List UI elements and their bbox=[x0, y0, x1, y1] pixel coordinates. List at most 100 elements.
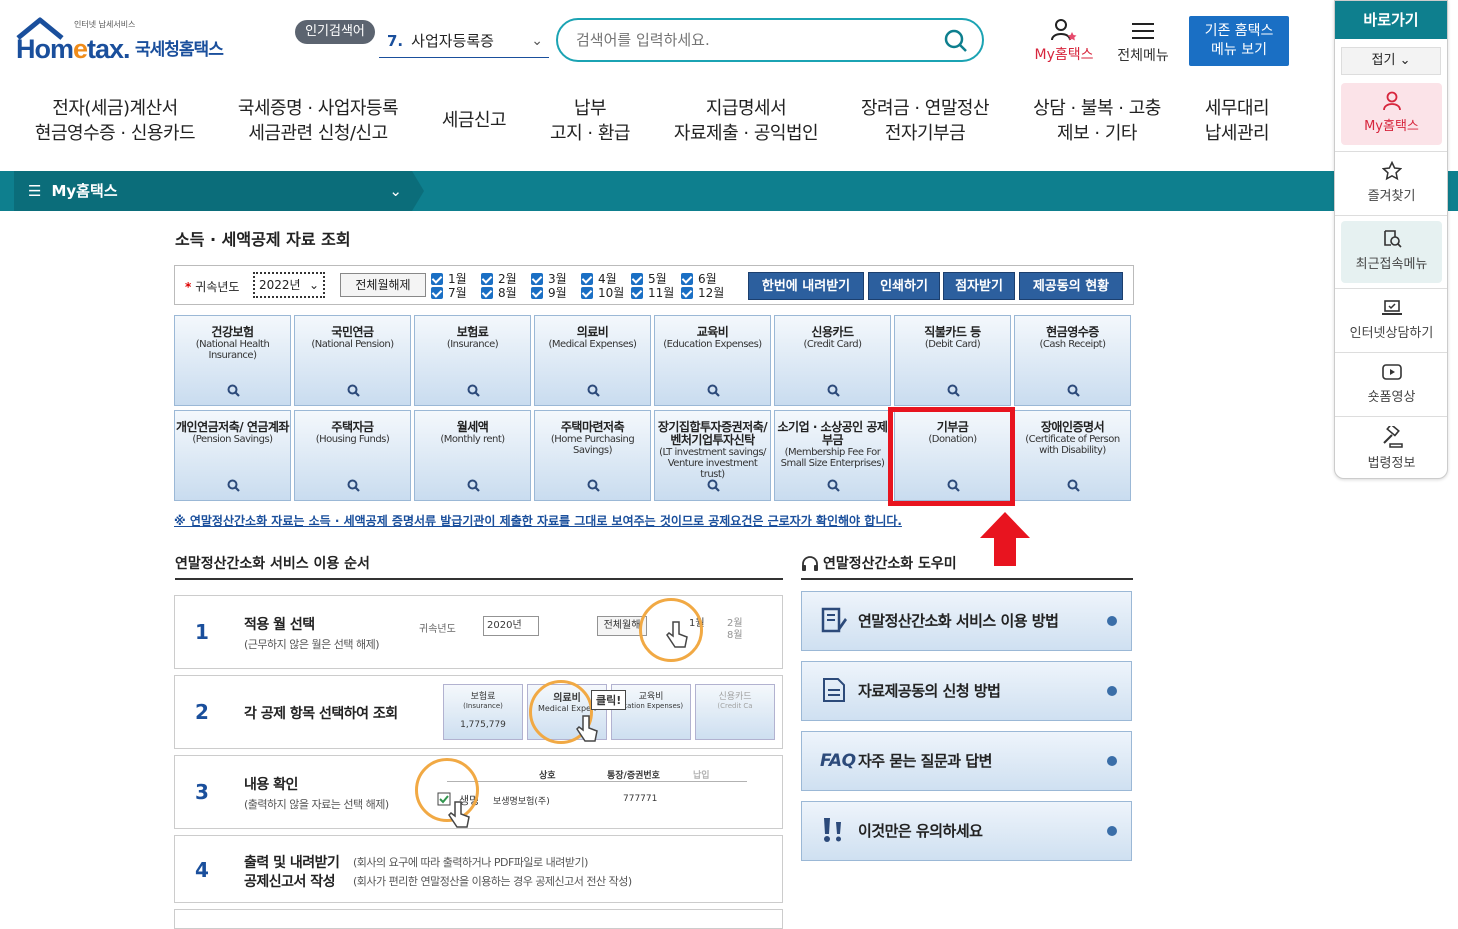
category-health-insurance[interactable]: 건강보험 (National Health Insurance) bbox=[174, 315, 291, 406]
magnifier-icon[interactable] bbox=[467, 384, 480, 397]
month-checkbox-7[interactable]: 7월 bbox=[431, 287, 467, 300]
download-all-button[interactable]: 한번에 내려받기 bbox=[748, 272, 864, 300]
my-hometax-button[interactable]: My홈택스 bbox=[1028, 18, 1100, 64]
logo-subtitle: 인터넷 납세서비스 bbox=[74, 20, 136, 29]
month-checkbox-8[interactable]: 8월 bbox=[481, 287, 517, 300]
month-checkbox-10[interactable]: 10월 bbox=[581, 287, 624, 300]
all-menu-label: 전체메뉴 bbox=[1117, 48, 1169, 64]
step-number: 2 bbox=[195, 700, 209, 724]
search-input[interactable] bbox=[576, 30, 936, 50]
hometax-logo[interactable]: 인터넷 납세서비스 Hometax. 국세청홈택스 bbox=[16, 16, 236, 70]
year-select[interactable]: 2022년 ⌄ bbox=[253, 272, 325, 298]
step-5-partial bbox=[174, 909, 783, 929]
nav-item-consulting[interactable]: 상담 · 불복 · 고충 제보 · 기타 bbox=[1024, 96, 1170, 146]
steps-title: 연말정산간소화 서비스 이용 순서 bbox=[175, 553, 783, 580]
nav-item-tax-agent[interactable]: 세무대리 납세관리 bbox=[1196, 96, 1278, 146]
category-medical-expenses[interactable]: 의료비 (Medical Expenses) bbox=[534, 315, 651, 406]
helper-faq-button[interactable]: FAQ 자주 묻는 질문과 답변 bbox=[801, 731, 1132, 791]
consent-status-button[interactable]: 제공동의 현황 bbox=[1019, 272, 1123, 300]
old-hometax-menu-button[interactable]: 기존 홈택스 메뉴 보기 bbox=[1189, 16, 1289, 66]
category-cash-receipt[interactable]: 현금영수증 (Cash Receipt) bbox=[1014, 315, 1131, 406]
category-credit-card[interactable]: 신용카드 (Credit Card) bbox=[774, 315, 891, 406]
magnifier-icon[interactable] bbox=[827, 384, 840, 397]
sub-nav-label: My홈택스 bbox=[51, 182, 118, 200]
old-menu-line2: 메뉴 보기 bbox=[1211, 42, 1267, 58]
category-national-pension[interactable]: 국민연금 (National Pension) bbox=[294, 315, 411, 406]
search-icon[interactable] bbox=[944, 29, 968, 53]
exclamation-icon bbox=[824, 818, 841, 842]
all-menu-button[interactable]: 전체메뉴 bbox=[1110, 18, 1176, 65]
month-checkbox-1[interactable]: 1월 bbox=[431, 273, 467, 286]
nav-item-year-end[interactable]: 장려금 · 연말정산 전자기부금 bbox=[852, 96, 998, 146]
step-3: 3 내용 확인 (출력하지 않을 자료는 선택 해제) 상호 통장/증권번호 납… bbox=[174, 755, 783, 829]
popular-search-badge: 인기검색어 bbox=[295, 20, 375, 44]
category-monthly-rent[interactable]: 월세액 (Monthly rent) bbox=[414, 410, 531, 501]
helper-consent-guide-button[interactable]: 자료제공동의 신청 방법 bbox=[801, 661, 1132, 721]
magnifier-icon[interactable] bbox=[707, 479, 720, 492]
quick-item-online-consult[interactable]: 인터넷상담하기 bbox=[1341, 290, 1442, 352]
nav-item-statement[interactable]: 지급명세서 자료제출 · 공익법인 bbox=[666, 96, 826, 146]
magnifier-icon[interactable] bbox=[347, 384, 360, 397]
month-checkbox-4[interactable]: 4월 bbox=[581, 273, 617, 286]
quick-menu-title: 바로가기 bbox=[1335, 1, 1447, 39]
category-title: 주택마련저축 bbox=[560, 420, 625, 434]
braille-button[interactable]: 점자받기 bbox=[943, 272, 1015, 300]
step-subtext: (근무하지 않은 월은 선택 해제) bbox=[244, 638, 380, 651]
helper-caution-button[interactable]: 이것만은 유의하세요 bbox=[801, 801, 1132, 861]
helper-usage-guide-button[interactable]: 연말정산간소화 서비스 이용 방법 bbox=[801, 591, 1132, 651]
magnifier-icon[interactable] bbox=[347, 479, 360, 492]
category-housing-funds[interactable]: 주택자금 (Housing Funds) bbox=[294, 410, 411, 501]
quick-item-law-info[interactable]: 법령정보 bbox=[1341, 418, 1442, 478]
month-checkbox-11[interactable]: 11월 bbox=[631, 287, 674, 300]
my-hometax-menu[interactable]: ☰ My홈택스 ⌄ bbox=[14, 171, 412, 211]
step-heading: 출력 및 내려받기 bbox=[244, 855, 340, 871]
quick-item-short-video[interactable]: 숏폼영상 bbox=[1341, 354, 1442, 416]
month-checkbox-3[interactable]: 3월 bbox=[531, 273, 567, 286]
category-small-enterprise-fee[interactable]: 소기업 · 소상공인 공제부금 (Membership Fee For Small… bbox=[774, 410, 891, 501]
category-lt-investment-savings[interactable]: 장기집합투자증권저축/ 벤처기업투자신탁 (LT investment savin… bbox=[654, 410, 771, 501]
magnifier-icon[interactable] bbox=[227, 479, 240, 492]
notice-text[interactable]: ※ 연말정산간소화 자료는 소득 · 세액공제 증명서류 발급기관이 제출한 자… bbox=[174, 512, 1034, 529]
category-pension-savings[interactable]: 개인연금저축/ 연금계좌 (Pension Savings) bbox=[174, 410, 291, 501]
nav-item-tax-return[interactable]: 세금신고 bbox=[432, 96, 516, 133]
category-title: 교육비 bbox=[696, 325, 729, 339]
nav-item-payment[interactable]: 납부 고지 · 환급 bbox=[540, 96, 640, 146]
quick-item-my-hometax[interactable]: My홈택스 bbox=[1341, 83, 1442, 145]
month-checkbox-6[interactable]: 6월 bbox=[681, 273, 717, 286]
fold-button[interactable]: 접기 ⌄ bbox=[1341, 47, 1441, 75]
popular-search-select[interactable]: 7. 사업자등록증 ⌄ bbox=[379, 24, 549, 58]
category-home-purchasing-savings[interactable]: 주택마련저축 (Home Purchasing Savings) bbox=[534, 410, 651, 501]
nav-item-e-invoice[interactable]: 전자(세금)계산서 현금영수증 · 신용카드 bbox=[30, 96, 200, 146]
helper-title: 연말정산간소화 도우미 bbox=[801, 553, 1133, 580]
magnifier-icon[interactable] bbox=[1067, 479, 1080, 492]
month-checkbox-9[interactable]: 9월 bbox=[531, 287, 567, 300]
quick-item-favorites[interactable]: 즐겨찾기 bbox=[1341, 153, 1442, 215]
magnifier-icon[interactable] bbox=[1067, 384, 1080, 397]
category-title: 현금영수증 bbox=[1046, 325, 1099, 339]
magnifier-icon[interactable] bbox=[827, 479, 840, 492]
category-disability-certificate[interactable]: 장애인증명서 (Certificate of Person with Disabi… bbox=[1014, 410, 1131, 501]
category-title: 주택자금 bbox=[331, 420, 374, 434]
step-number: 4 bbox=[195, 858, 209, 882]
nav-item-certificate[interactable]: 국세증명 · 사업자등록 세금관련 신청/신고 bbox=[228, 96, 408, 146]
category-debit-card[interactable]: 직불카드 등 (Debit Card) bbox=[894, 315, 1011, 406]
category-title: 보험료 bbox=[456, 325, 489, 339]
month-checkbox-5[interactable]: 5월 bbox=[631, 273, 667, 286]
unselect-all-months-button[interactable]: 전체월해제 bbox=[340, 273, 426, 297]
quick-item-recent-menu[interactable]: 최근접속메뉴 bbox=[1341, 221, 1442, 283]
magnifier-icon[interactable] bbox=[227, 384, 240, 397]
month-checkbox-2[interactable]: 2월 bbox=[481, 273, 517, 286]
category-english: (Home Purchasing Savings) bbox=[550, 434, 635, 456]
category-insurance[interactable]: 보험료 (Insurance) bbox=[414, 315, 531, 406]
magnifier-icon[interactable] bbox=[467, 479, 480, 492]
magnifier-icon[interactable] bbox=[707, 384, 720, 397]
print-button[interactable]: 인쇄하기 bbox=[868, 272, 940, 300]
category-title: 의료비 bbox=[576, 325, 609, 339]
step-1-illustration: 귀속년도 2020년 전체월해 1월 2월 8월 bbox=[407, 596, 782, 668]
category-english: (Monthly rent) bbox=[440, 434, 505, 445]
month-checkbox-12[interactable]: 12월 bbox=[681, 287, 724, 300]
magnifier-icon[interactable] bbox=[587, 479, 600, 492]
category-education-expenses[interactable]: 교육비 (Education Expenses) bbox=[654, 315, 771, 406]
magnifier-icon[interactable] bbox=[947, 384, 960, 397]
magnifier-icon[interactable] bbox=[587, 384, 600, 397]
